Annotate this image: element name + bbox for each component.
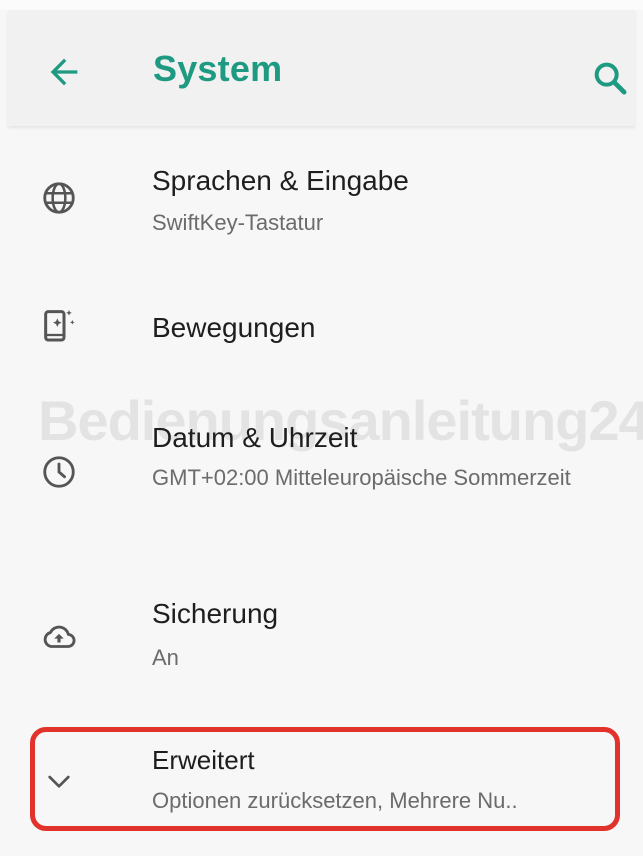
phone-gesture-icon [38,304,80,346]
setting-item-subtitle: GMT+02:00 Mitteleuropäische Sommerzeit [152,465,571,490]
page-title: System [153,48,283,89]
cloud-upload-icon [38,616,80,658]
setting-item-date-time[interactable]: Datum & Uhrzeit GMT+02:00 Mitteleuropäis… [8,410,635,540]
search-button[interactable] [584,52,636,104]
settings-screen: System Sprachen & Eingabe SwiftKey-Tasta… [0,0,643,856]
back-button[interactable] [38,46,90,98]
search-icon [590,58,630,98]
globe-icon [38,177,80,219]
setting-item-backup[interactable]: Sicherung An [8,592,635,682]
setting-item-languages[interactable]: Sprachen & Eingabe SwiftKey-Tastatur [8,150,635,250]
status-bar-strip [0,0,643,10]
setting-item-subtitle: An [152,645,179,670]
setting-item-title: Sicherung [152,598,279,629]
clock-icon [38,451,80,493]
setting-item-title: Bewegungen [152,312,316,343]
setting-item-title: Sprachen & Eingabe [152,165,409,196]
app-bar: System [8,10,635,126]
setting-item-subtitle: SwiftKey-Tastatur [152,210,324,235]
arrow-left-icon [44,52,84,92]
setting-item-gestures[interactable]: Bewegungen [8,290,635,370]
setting-item-title: Datum & Uhrzeit [152,422,358,453]
highlight-frame [30,727,620,831]
